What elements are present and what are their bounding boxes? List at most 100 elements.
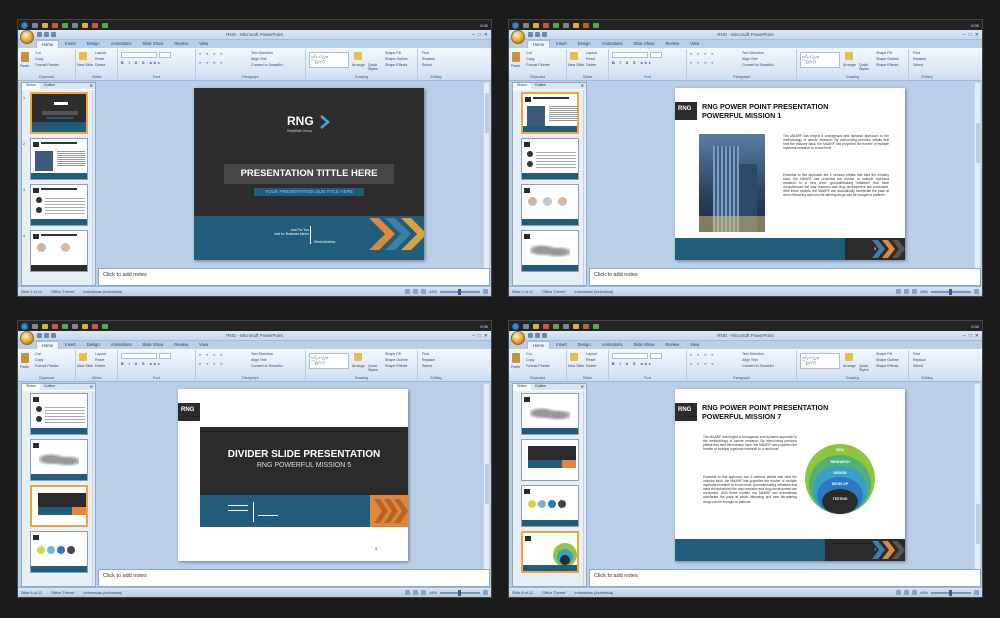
list-buttons[interactable]: ≡ ≡ ≡ ≡ [690,353,715,357]
tab-animations[interactable]: Animations [597,40,628,48]
font-name-select[interactable] [612,52,648,58]
new-slide-button[interactable]: New Slide [568,63,584,67]
powerpoint-icon[interactable] [52,22,58,28]
tab-outline-pane[interactable]: Outline [40,384,59,390]
thumbnail-scrollbar[interactable] [92,90,95,285]
copy-button[interactable]: Copy [526,358,534,362]
format-painter-button[interactable]: Format Painter [35,364,59,368]
paste-icon[interactable] [512,353,520,363]
minimize-icon[interactable]: – [472,32,475,38]
tab-outline-pane[interactable]: Outline [531,83,550,89]
tab-slide-show[interactable]: Slide Show [137,40,168,48]
tab-animations[interactable]: Animations [106,341,137,349]
list-buttons[interactable]: ≡ ≡ ≡ ≡ [199,52,224,56]
normal-view-icon[interactable] [896,289,902,294]
app-icon[interactable] [573,22,579,28]
tab-review[interactable]: Review [169,341,193,349]
list-buttons[interactable]: ≡ ≡ ≡ ≡ [199,353,224,357]
align-text-button[interactable]: Align Text [742,57,758,61]
fit-window-icon[interactable] [483,289,488,294]
arrange-button[interactable]: Arrange [352,63,365,67]
tab-slide-show[interactable]: Slide Show [628,341,659,349]
fit-window-icon[interactable] [483,590,488,595]
app-icon[interactable] [563,323,569,329]
tab-slides-pane[interactable]: Slides [513,384,531,390]
align-text-button[interactable]: Align Text [251,57,267,61]
notes-pane[interactable]: Click to add notes [98,569,490,587]
zoom-slider[interactable] [440,288,480,295]
paste-button[interactable]: Paste [20,64,29,68]
close-icon[interactable]: ✕ [484,333,488,339]
select-button[interactable]: Select [913,364,923,368]
font-name-select[interactable] [121,52,157,58]
zoom-level[interactable]: 48% [920,591,928,595]
format-painter-button[interactable]: Format Painter [526,364,550,368]
maximize-icon[interactable]: □ [478,333,481,339]
minimize-icon[interactable]: – [963,32,966,38]
notes-pane[interactable]: Click to add notes [98,268,490,286]
quick-styles-button[interactable]: Quick Styles [859,63,873,71]
taskbar-app-icon[interactable] [32,323,38,329]
shape-effects-button[interactable]: Shape Effects [876,364,898,368]
slide-thumbnail-5[interactable] [30,485,88,527]
tab-insert[interactable]: Insert [551,40,571,48]
paste-button[interactable]: Paste [511,365,520,369]
normal-view-icon[interactable] [405,590,411,595]
slide-thumbnail-8[interactable] [521,531,579,573]
close-icon[interactable]: ✕ [975,333,979,339]
app-icon[interactable] [82,323,88,329]
shape-outline-button[interactable]: Shape Outline [876,358,899,362]
tab-review[interactable]: Review [169,40,193,48]
shape-effects-button[interactable]: Shape Effects [876,63,898,67]
thumbnail-scrollbar[interactable] [583,391,586,586]
cut-button[interactable]: Cut [526,51,532,55]
shape-outline-button[interactable]: Shape Outline [385,358,408,362]
replace-button[interactable]: Replace [913,57,926,61]
shapes-gallery[interactable]: ▭╲○□△⇨ ⌒{}☆⬠ [309,52,349,68]
slide-thumbnail-1[interactable] [30,92,88,134]
tab-insert[interactable]: Insert [60,40,80,48]
select-button[interactable]: Select [913,63,923,67]
office-button-icon[interactable] [511,331,525,345]
quick-styles-button[interactable]: Quick Styles [859,364,873,372]
tab-design[interactable]: Design [573,40,596,48]
thumbnail-scrollbar[interactable] [92,391,95,586]
notes-pane[interactable]: Click to add notes [589,268,981,286]
font-size-select[interactable] [650,353,662,359]
tab-design[interactable]: Design [573,341,596,349]
app-icon[interactable] [62,22,68,28]
slide-canvas[interactable]: RNG RetailNet Group PRESENTATION TITTLE … [194,88,424,260]
editor-scrollbar[interactable] [974,383,981,587]
tab-design[interactable]: Design [82,40,105,48]
tab-home[interactable]: Home [36,40,60,48]
delete-button[interactable]: Delete [95,63,105,67]
font-format-buttons[interactable]: B I U S abc [121,362,162,366]
maximize-icon[interactable]: □ [478,32,481,38]
shape-outline-button[interactable]: Shape Outline [876,57,899,61]
font-format-buttons[interactable]: B I U S abc [612,362,653,366]
app-icon[interactable] [62,323,68,329]
copy-button[interactable]: Copy [526,57,534,61]
arrange-icon[interactable] [845,353,853,361]
thumbnail-scrollbar[interactable] [583,90,586,285]
tab-view[interactable]: View [194,40,213,48]
maximize-icon[interactable]: □ [969,333,972,339]
shapes-gallery[interactable]: ▭╲○□△⇨ ⌒{}☆⬠ [309,353,349,369]
quick-styles-button[interactable]: Quick Styles [368,63,382,71]
tab-home[interactable]: Home [36,341,60,349]
office-button-icon[interactable] [20,30,34,44]
arrange-icon[interactable] [845,52,853,60]
arrange-button[interactable]: Arrange [843,63,856,67]
cut-button[interactable]: Cut [35,352,41,356]
language[interactable]: Indonesian (Indonesia) [83,290,122,294]
tab-review[interactable]: Review [660,341,684,349]
paste-button[interactable]: Paste [511,64,520,68]
slide-canvas[interactable]: RNG DIVIDER SLIDE PRESENTATION RNG POWER… [178,389,408,561]
folder-icon[interactable] [42,323,48,329]
align-buttons[interactable]: ≡ ≡ ≡ ≡ [199,362,224,366]
reset-button[interactable]: Reset [586,57,595,61]
arrange-icon[interactable] [354,52,362,60]
taskbar-app-icon[interactable] [523,22,529,28]
slide-thumbnail-2[interactable] [521,92,579,134]
slide-thumbnail-3[interactable] [30,393,88,435]
